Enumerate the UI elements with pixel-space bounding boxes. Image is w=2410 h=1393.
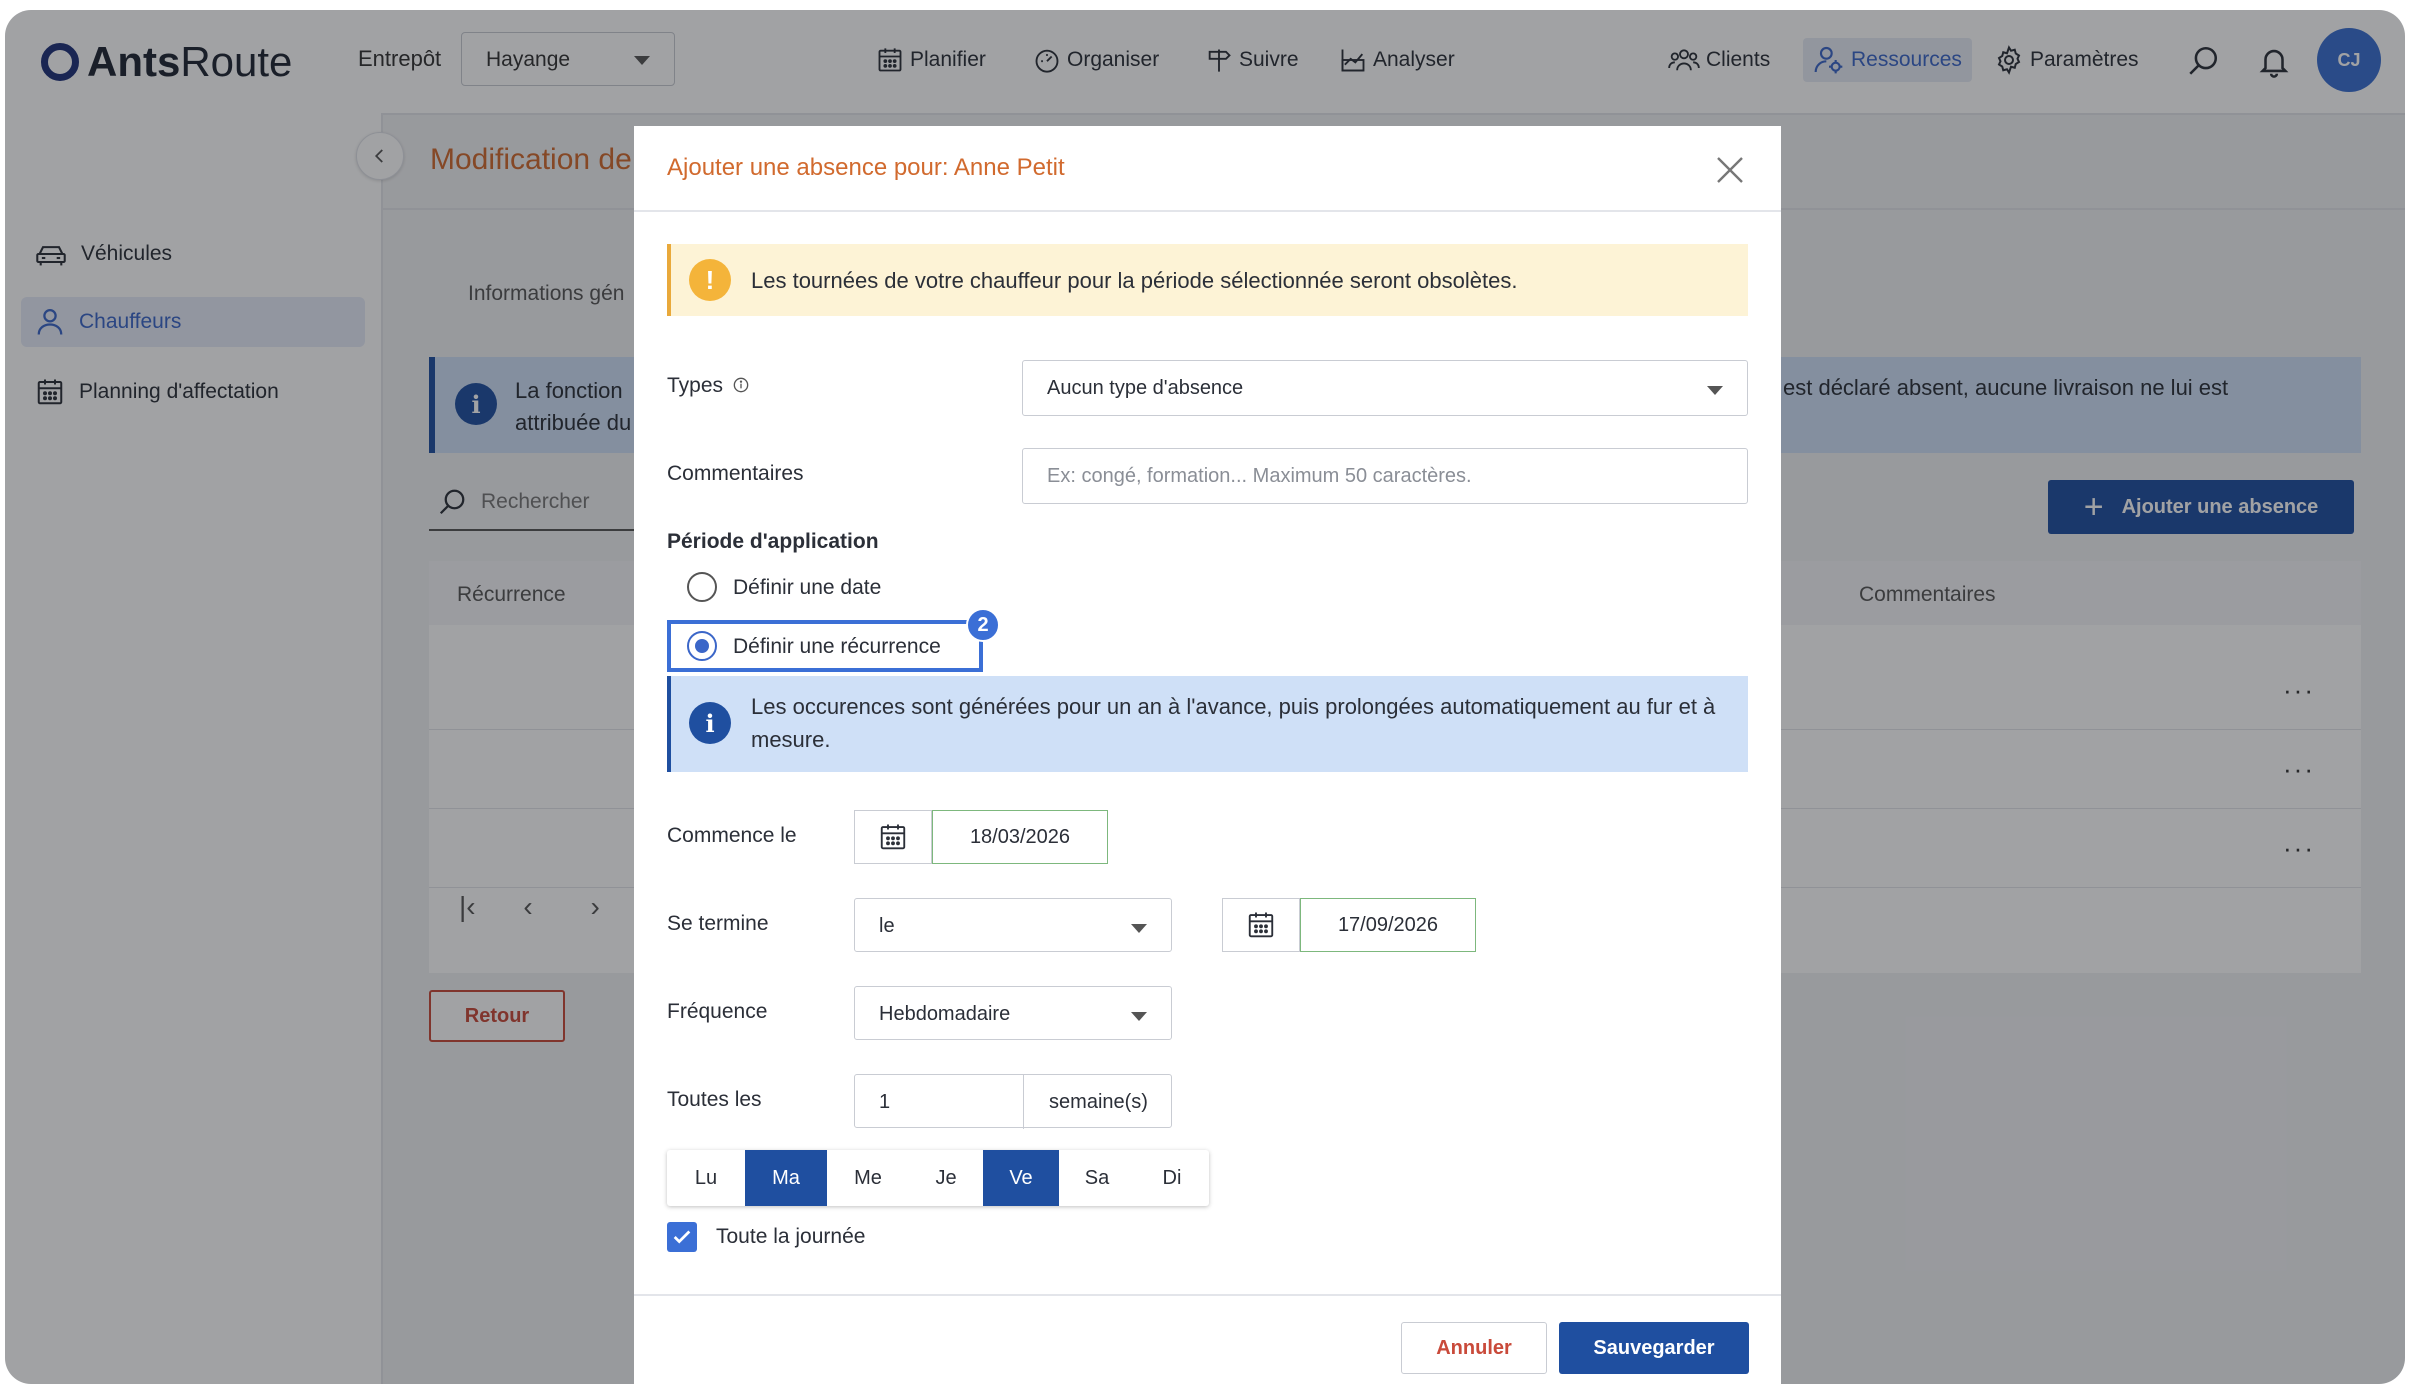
day-toggle-ma[interactable]: Ma [745,1150,827,1206]
warning-icon: ! [689,259,731,301]
comments-placeholder: Ex: congé, formation... Maximum 50 carac… [1047,465,1472,487]
recurrence-info-text: Les occurences sont générées pour un an … [751,694,1716,752]
info-small-icon[interactable] [733,377,749,393]
add-absence-modal: Ajouter une absence pour: Anne Petit ! L… [634,126,1781,1384]
warning-banner: ! Les tournées de votre chauffeur pour l… [667,244,1748,316]
app-window: AntsRoute Entrepôt Hayange Planifier Org… [5,10,2405,1384]
end-date-picker-button[interactable] [1222,898,1300,952]
ends-mode-select[interactable]: le [854,898,1172,952]
comments-input[interactable]: Ex: congé, formation... Maximum 50 carac… [1022,448,1748,504]
step-badge: 2 [966,608,1000,642]
calendar-icon [1248,912,1274,938]
all-day-label[interactable]: Toute la journée [716,1225,865,1249]
checkmark-icon [673,1230,691,1244]
types-label: Types [667,374,749,398]
chevron-down-icon [1131,924,1147,933]
end-date-input[interactable]: 17/09/2026 [1300,898,1476,952]
every-input[interactable]: 1 [879,1091,890,1114]
every-label: Toutes les [667,1088,762,1111]
calendar-icon [880,824,906,850]
modal-footer-divider [634,1294,1781,1296]
radio-define-date[interactable] [687,572,717,602]
modal-title: Ajouter une absence pour: Anne Petit [667,154,1065,181]
chevron-down-icon [1131,1012,1147,1021]
every-unit: semaine(s) [1023,1075,1173,1129]
info-icon: i [689,702,731,744]
frequency-label: Fréquence [667,1000,768,1023]
every-input-group: 1 semaine(s) [854,1074,1173,1129]
frequency-select[interactable]: Hebdomadaire [854,986,1172,1040]
radio-define-recurrence-label[interactable]: Définir une récurrence [733,635,941,659]
absence-type-select[interactable]: Aucun type d'absence [1022,360,1748,416]
radio-define-recurrence[interactable] [687,631,717,661]
day-toggle-ve[interactable]: Ve [983,1150,1059,1206]
cancel-button[interactable]: Annuler [1401,1322,1547,1374]
modal-header: Ajouter une absence pour: Anne Petit [634,126,1781,212]
all-day-checkbox[interactable] [667,1222,697,1252]
recurrence-info-banner: i Les occurences sont générées pour un a… [667,676,1748,772]
save-button[interactable]: Sauvegarder [1559,1322,1749,1374]
period-section-title: Période d'application [667,530,879,553]
chevron-down-icon [1707,386,1723,395]
starts-label: Commence le [667,824,797,847]
weekday-selector: Lu Ma Me Je Ve Sa Di [667,1150,1209,1206]
day-toggle-je[interactable]: Je [909,1150,983,1206]
ends-label: Se termine [667,912,769,935]
day-toggle-me[interactable]: Me [827,1150,909,1206]
warning-text: Les tournées de votre chauffeur pour la … [751,268,1518,293]
close-icon[interactable] [1714,154,1746,186]
comments-label: Commentaires [667,462,804,485]
day-toggle-lu[interactable]: Lu [667,1150,745,1206]
radio-define-date-label[interactable]: Définir une date [733,576,881,600]
start-date-input[interactable]: 18/03/2026 [932,810,1108,864]
day-toggle-sa[interactable]: Sa [1059,1150,1135,1206]
day-toggle-di[interactable]: Di [1135,1150,1209,1206]
start-date-picker-button[interactable] [854,810,932,864]
